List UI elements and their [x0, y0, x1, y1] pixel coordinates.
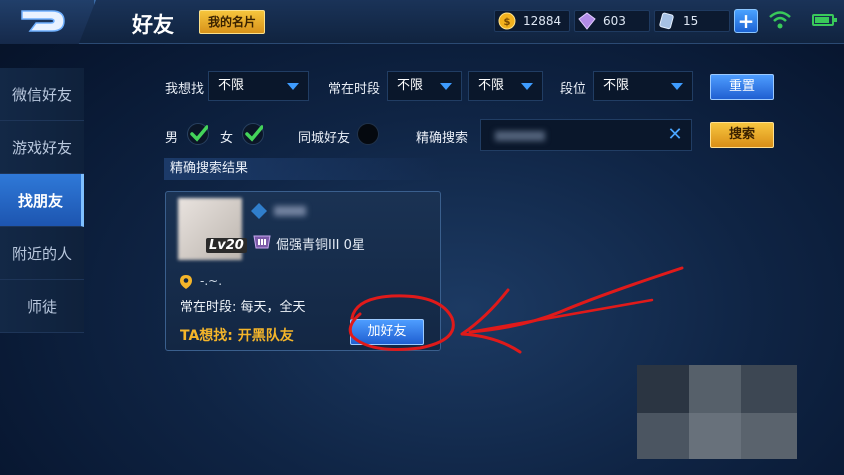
player-name-blurred — [274, 206, 306, 216]
time-label: 常在时段 — [328, 82, 381, 97]
diamond-icon — [578, 12, 596, 30]
clear-icon[interactable]: ✕ — [665, 125, 685, 145]
recharge-plus-button[interactable]: + — [734, 9, 758, 33]
top-bar: 好友 我的名片 $ 12884 603 15 + — [0, 0, 844, 44]
sidebar-item-find-friends[interactable]: 找朋友 — [0, 174, 84, 227]
rank-label: 段位 — [560, 82, 587, 97]
want-label: 我想找 — [165, 82, 205, 97]
gold-amount: 12884 — [523, 14, 562, 28]
wifi-icon — [769, 11, 791, 29]
sidebar: 微信好友 游戏好友 找朋友 附近的人 师徒 — [0, 68, 84, 333]
voucher-icon — [659, 12, 674, 30]
exact-search-label: 精确搜索 — [416, 131, 469, 146]
active-time-text: 常在时段: 每天，全天 — [180, 300, 306, 315]
sidebar-item-mentorship[interactable]: 师徒 — [0, 280, 84, 333]
time-dropdown-end-value: 不限 — [478, 78, 505, 93]
male-checkbox[interactable] — [187, 123, 209, 145]
chevron-down-icon — [521, 83, 533, 90]
sidebar-item-wechat-friends[interactable]: 微信好友 — [0, 68, 84, 121]
mosaic-blur-overlay — [637, 365, 797, 459]
back-button[interactable] — [0, 0, 96, 44]
gold-counter: $ 12884 — [494, 10, 570, 32]
time-dropdown-end[interactable]: 不限 — [468, 71, 543, 101]
chevron-down-icon — [671, 83, 683, 90]
search-button[interactable]: 搜索 — [710, 122, 774, 148]
chevron-down-icon — [287, 83, 299, 90]
gender-icon — [251, 203, 267, 219]
location-text: -.~. — [200, 274, 223, 288]
voucher-amount: 15 — [683, 14, 699, 28]
time-dropdown-start-value: 不限 — [397, 78, 424, 93]
result-card: Lv20 倔强青铜III 0星 -.~. 常在时段: 每天，全天 TA想找: 开… — [165, 191, 441, 351]
rank-text: 倔强青铜III 0星 — [276, 238, 365, 253]
back-arrow-icon — [21, 10, 65, 32]
rank-icon — [253, 235, 271, 249]
check-icon — [245, 125, 263, 142]
add-friend-button[interactable]: 加好友 — [350, 319, 424, 345]
reset-button[interactable]: 重置 — [710, 74, 774, 100]
voucher-counter: 15 — [654, 10, 730, 32]
check-icon — [190, 125, 208, 142]
search-input-blurred-value — [495, 130, 545, 141]
same-city-toggle[interactable] — [357, 123, 379, 145]
page-title: 好友 — [132, 13, 174, 37]
time-dropdown-start[interactable]: 不限 — [387, 71, 462, 101]
male-label: 男 — [165, 131, 179, 146]
rank-dropdown-value: 不限 — [603, 78, 630, 93]
diamond-amount: 603 — [603, 14, 626, 28]
rank-dropdown[interactable]: 不限 — [593, 71, 693, 101]
sidebar-item-nearby[interactable]: 附近的人 — [0, 227, 84, 280]
want-dropdown[interactable]: 不限 — [208, 71, 309, 101]
female-checkbox[interactable] — [242, 123, 264, 145]
exact-search-input[interactable]: ✕ — [480, 119, 692, 151]
my-card-button[interactable]: 我的名片 — [199, 10, 265, 34]
sidebar-item-game-friends[interactable]: 游戏好友 — [0, 121, 84, 174]
diamond-counter: 603 — [574, 10, 650, 32]
svg-text:$: $ — [504, 17, 511, 28]
female-label: 女 — [220, 131, 234, 146]
looking-for-text: TA想找: 开黑队友 — [180, 328, 294, 344]
results-section-title: 精确搜索结果 — [164, 158, 440, 180]
location-pin-icon — [180, 275, 192, 289]
want-dropdown-value: 不限 — [218, 78, 245, 93]
level-badge: Lv20 — [206, 238, 247, 253]
gold-coin-icon: $ — [498, 12, 516, 30]
battery-icon — [812, 14, 837, 26]
chevron-down-icon — [440, 83, 452, 90]
same-city-label: 同城好友 — [298, 131, 351, 146]
